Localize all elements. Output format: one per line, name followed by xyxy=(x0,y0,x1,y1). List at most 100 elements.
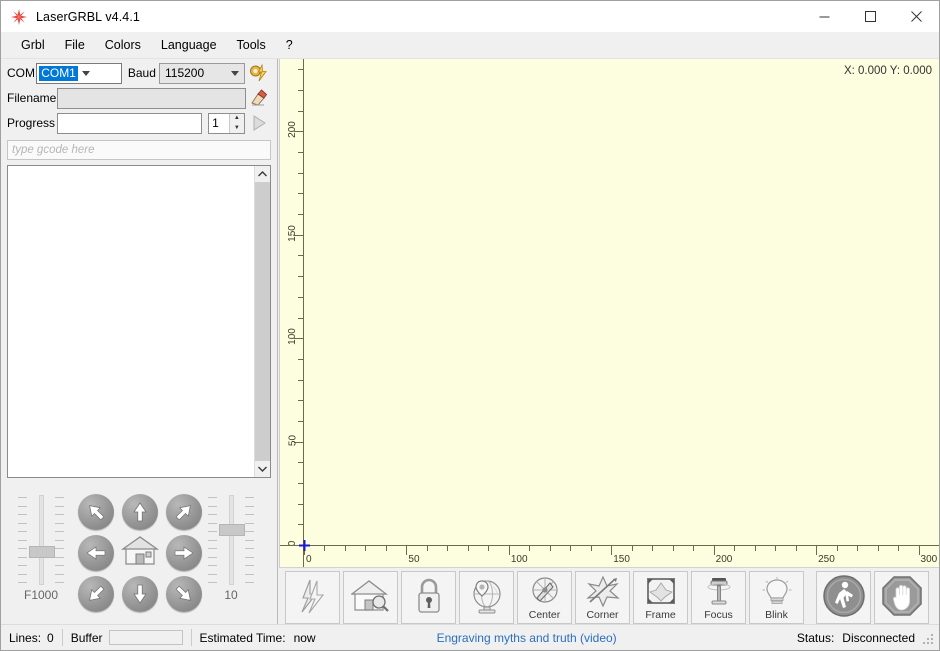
ruler-tick-x xyxy=(488,546,490,551)
eraser-icon[interactable] xyxy=(248,87,271,109)
minimize-button[interactable] xyxy=(801,1,847,32)
jog-panel: F1000 10 xyxy=(1,487,277,624)
feed-slider-track[interactable] xyxy=(18,495,64,585)
corner-button[interactable]: Corner xyxy=(575,571,630,624)
window-controls xyxy=(801,1,939,32)
buffer-progress xyxy=(108,630,183,645)
center-button[interactable]: Center xyxy=(517,571,572,624)
jog-up-button[interactable] xyxy=(118,491,162,532)
gcode-list-scrollbar[interactable] xyxy=(254,166,270,477)
com-port-select[interactable]: COM1 xyxy=(36,62,122,84)
jog-down-left-button[interactable] xyxy=(74,573,118,614)
jog-right-button[interactable] xyxy=(162,532,206,573)
menu-bar: Grbl File Colors Language Tools ? xyxy=(1,32,939,59)
progress-label: Progress xyxy=(7,116,56,130)
vertical-axis-line xyxy=(303,59,304,567)
resize-grip[interactable] xyxy=(923,631,936,644)
baud-rate-select[interactable]: 115200 xyxy=(158,62,245,84)
repeat-count-stepper[interactable]: 1 ▲ ▼ xyxy=(208,112,245,134)
filename-label: Filename xyxy=(7,91,57,105)
stepper-buttons[interactable]: ▲ ▼ xyxy=(228,113,244,133)
ruler-tick-x xyxy=(570,546,572,551)
step-slider-ticks-left xyxy=(208,497,217,583)
feed-rate-slider[interactable]: F1000 xyxy=(13,495,69,605)
menu-colors[interactable]: Colors xyxy=(95,33,151,57)
status-label: Status: xyxy=(796,630,835,645)
step-slider-track[interactable] xyxy=(208,495,254,585)
stepper-down-icon[interactable]: ▼ xyxy=(230,123,244,133)
ruler-label-x: 150 xyxy=(613,554,630,565)
menu-grbl[interactable]: Grbl xyxy=(11,33,55,57)
connection-row: COM COM1 Baud 115200 xyxy=(7,62,271,84)
arrow-up-left-icon xyxy=(78,493,114,530)
lines-section: Lines: 0 xyxy=(1,625,62,650)
ruler-tick-y xyxy=(298,152,303,154)
engraving-video-link[interactable]: Engraving myths and truth (video) xyxy=(437,631,617,645)
menu-tools[interactable]: Tools xyxy=(227,33,276,57)
close-button[interactable] xyxy=(893,1,939,32)
ruler-tick-x xyxy=(365,546,367,551)
ruler-tick-x xyxy=(816,546,818,555)
preview-canvas[interactable]: X: 0.000 Y: 0.000 0 50 100 150 200 0 50 100 150… xyxy=(279,59,939,567)
com-port-value: COM1 xyxy=(39,65,78,81)
gcode-list[interactable] xyxy=(7,165,271,478)
buffer-section: Buffer xyxy=(63,625,191,650)
estimated-time-label: Estimated Time: xyxy=(199,630,286,645)
step-size-slider[interactable]: 10 xyxy=(203,495,259,605)
maximize-button[interactable] xyxy=(847,1,893,32)
ruler-tick-x xyxy=(857,546,859,551)
ruler-tick-y xyxy=(298,214,303,216)
menu-file[interactable]: File xyxy=(55,33,95,57)
ruler-tick-y xyxy=(298,90,303,92)
jog-down-button[interactable] xyxy=(118,573,162,614)
main-body: COM COM1 Baud 115200 Filename Progress 1… xyxy=(1,59,939,627)
ruler-tick-x xyxy=(529,546,531,551)
ruler-tick-x xyxy=(426,546,428,551)
unlock-button[interactable] xyxy=(401,571,456,624)
feed-slider-thumb[interactable] xyxy=(29,546,55,558)
run-program-button[interactable] xyxy=(816,571,871,624)
lines-value: 0 xyxy=(47,630,54,645)
scrollbar-thumb[interactable] xyxy=(255,182,270,461)
jog-up-left-button[interactable] xyxy=(74,491,118,532)
jog-left-button[interactable] xyxy=(74,532,118,573)
ruler-tick-x xyxy=(631,546,633,551)
vertical-ruler: 0 50 100 150 200 xyxy=(280,59,304,567)
set-zero-button[interactable] xyxy=(459,571,514,624)
lightning-bolt-icon xyxy=(296,578,330,617)
menu-language[interactable]: Language xyxy=(151,33,227,57)
jog-down-right-button[interactable] xyxy=(162,573,206,614)
blink-button[interactable]: Blink xyxy=(749,571,804,624)
ruler-label-x: 100 xyxy=(510,554,528,565)
chevron-up-icon[interactable] xyxy=(255,166,270,182)
ruler-tick-y xyxy=(298,379,303,381)
step-slider-bar xyxy=(229,495,234,585)
step-slider-thumb[interactable] xyxy=(219,524,245,536)
filename-row: Filename xyxy=(7,87,271,109)
home-button[interactable] xyxy=(343,571,398,624)
chevron-down-icon xyxy=(78,64,95,83)
jog-up-right-button[interactable] xyxy=(162,491,206,532)
filename-field[interactable] xyxy=(56,87,246,109)
gcode-input[interactable]: type gcode here xyxy=(7,140,271,160)
jog-direction-pad xyxy=(74,491,206,614)
ruler-tick-x xyxy=(324,546,326,551)
connect-plug-icon[interactable] xyxy=(248,62,271,84)
estimated-time-section: Estimated Time: now xyxy=(192,625,324,650)
connect-laser-button[interactable] xyxy=(285,571,340,624)
stop-program-button[interactable] xyxy=(874,571,929,624)
jog-home-button[interactable] xyxy=(118,532,162,573)
ruler-label-x: 0 xyxy=(306,554,312,565)
frame-button[interactable]: Frame xyxy=(633,571,688,624)
ruler-label-x: 300 xyxy=(920,554,938,565)
corner-button-label: Corner xyxy=(586,609,619,621)
focus-button[interactable]: Focus xyxy=(691,571,746,624)
status-section: Status: Disconnected xyxy=(789,625,923,650)
estimated-time-value: now xyxy=(293,630,316,645)
center-button-label: Center xyxy=(528,609,561,621)
menu-help[interactable]: ? xyxy=(276,33,303,57)
chevron-down-icon[interactable] xyxy=(255,461,270,477)
gcode-list-content[interactable] xyxy=(8,166,254,477)
stepper-up-icon[interactable]: ▲ xyxy=(230,114,244,124)
play-triangle-icon[interactable] xyxy=(248,112,271,134)
